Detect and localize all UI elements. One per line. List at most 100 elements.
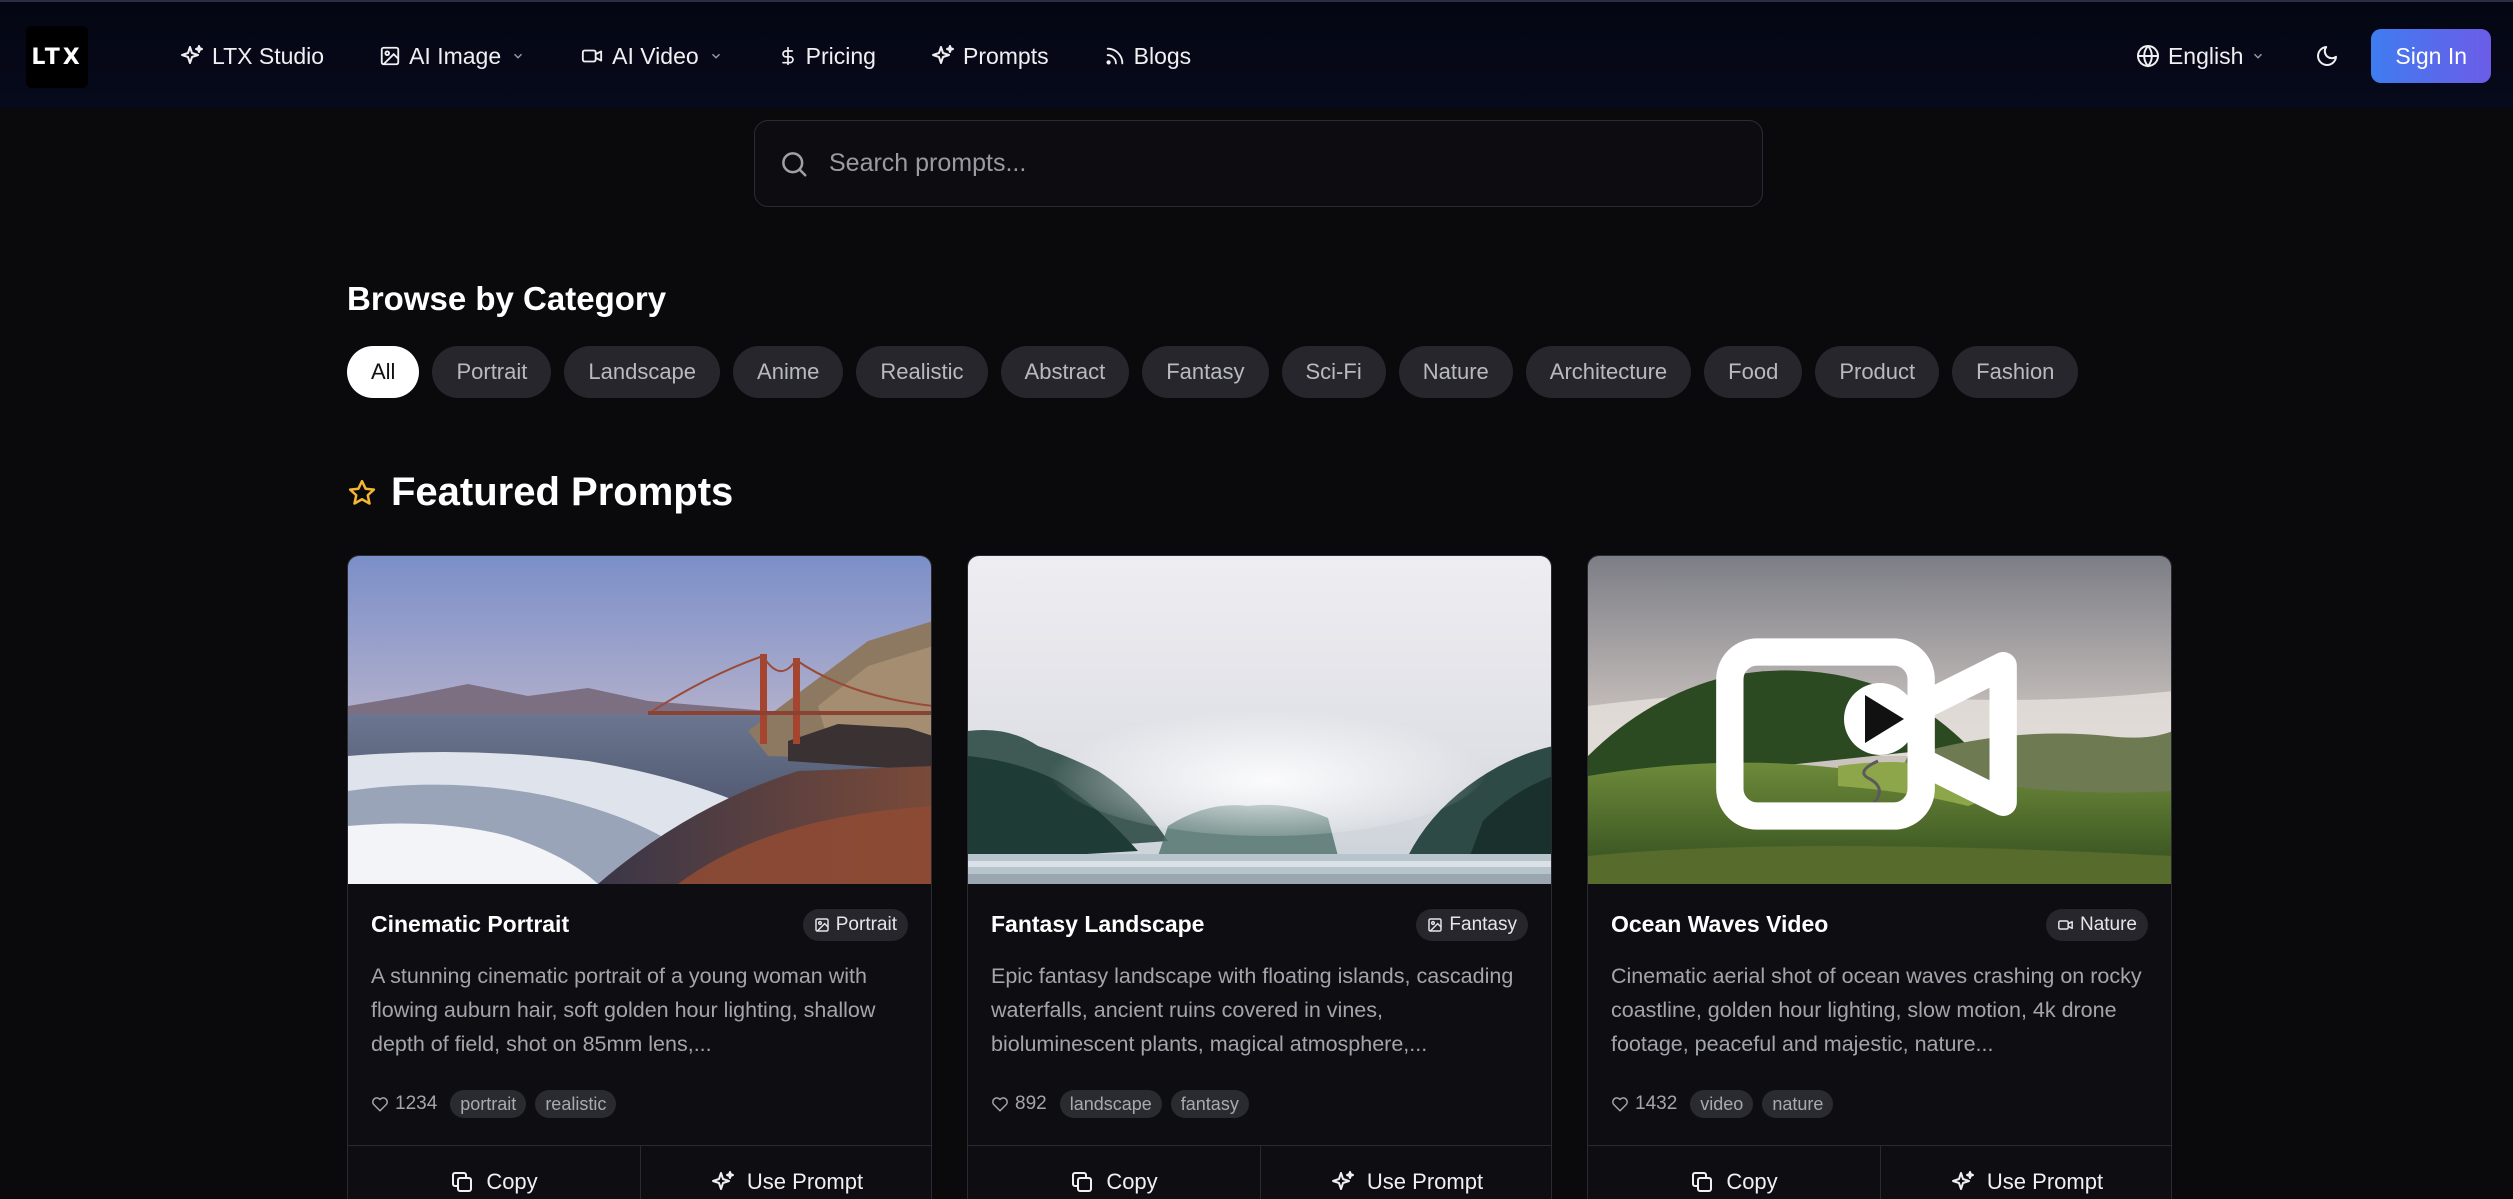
use-prompt-button[interactable]: Use Prompt xyxy=(641,1146,931,1199)
tag[interactable]: fantasy xyxy=(1170,1090,1249,1118)
sparkles-icon xyxy=(931,45,954,64)
copy-button[interactable]: Copy xyxy=(968,1146,1261,1199)
rss-icon xyxy=(1106,47,1123,65)
copy-label: Copy xyxy=(1726,1168,1778,1194)
card-meta: 1432 video nature xyxy=(1611,1090,1834,1118)
category-chip-abstract[interactable]: Abstract xyxy=(1000,346,1130,398)
nav-ai-video[interactable]: AI Video xyxy=(580,43,723,70)
likes-value: 1234 xyxy=(395,1093,438,1114)
use-prompt-button[interactable]: Use Prompt xyxy=(1261,1146,1551,1199)
likes-value: 1432 xyxy=(1635,1093,1678,1114)
prompt-card[interactable]: Cinematic Portrait Portrait A stunning c… xyxy=(347,555,932,1199)
category-chip-architecture[interactable]: Architecture xyxy=(1525,346,1692,398)
copy-button[interactable]: Copy xyxy=(1588,1146,1881,1199)
category-chip-sci-fi[interactable]: Sci-Fi xyxy=(1281,346,1386,398)
likes-value: 892 xyxy=(1015,1093,1047,1114)
category-badge: Nature xyxy=(2045,909,2148,941)
card-description: Epic fantasy landscape with floating isl… xyxy=(991,964,1514,1056)
like-count[interactable]: 1234 xyxy=(371,1093,437,1115)
dollar-icon xyxy=(781,46,794,66)
language-selector[interactable]: English xyxy=(2136,43,2265,70)
chevron-down-icon xyxy=(514,53,523,59)
badge-label: Fantasy xyxy=(1449,914,1517,935)
card-thumbnail[interactable] xyxy=(1588,556,2171,884)
video-icon xyxy=(1716,638,2017,830)
card-thumbnail[interactable] xyxy=(348,556,931,884)
category-chip-realistic[interactable]: Realistic xyxy=(856,346,988,398)
image-icon xyxy=(815,918,829,932)
nav-pricing[interactable]: Pricing xyxy=(778,43,876,70)
copy-label: Copy xyxy=(1106,1168,1158,1194)
main-nav: LTX Studio AI Image AI Video Pricing Pro… xyxy=(180,2,1246,110)
featured-header: Featured Prompts xyxy=(347,470,733,515)
category-chip-portrait[interactable]: Portrait xyxy=(432,346,552,398)
image-icon xyxy=(380,46,400,66)
nav-label: Blogs xyxy=(1133,42,1192,69)
category-chip-all[interactable]: All xyxy=(347,346,420,398)
card-description: A stunning cinematic portrait of a young… xyxy=(371,964,876,1056)
category-chip-fashion[interactable]: Fashion xyxy=(1952,346,2079,398)
category-chip-fantasy[interactable]: Fantasy xyxy=(1142,346,1269,398)
like-count[interactable]: 892 xyxy=(991,1093,1047,1115)
sparkles-icon xyxy=(1951,1170,1974,1190)
nav-ltx-studio[interactable]: LTX Studio xyxy=(180,43,324,70)
nav-ai-image[interactable]: AI Image xyxy=(379,43,525,70)
like-count[interactable]: 1432 xyxy=(1611,1093,1677,1115)
sparkles-icon xyxy=(181,45,203,64)
category-chips: All Portrait Landscape Anime Realistic A… xyxy=(347,346,2079,398)
top-navbar: LTX LTX Studio AI Image AI Video Pricing… xyxy=(0,0,2513,108)
nav-label: LTX Studio xyxy=(212,42,325,69)
card-title: Ocean Waves Video xyxy=(1611,911,1829,937)
copy-icon xyxy=(1072,1171,1093,1192)
image-icon xyxy=(1428,918,1443,932)
tag[interactable]: realistic xyxy=(535,1090,617,1118)
copy-icon xyxy=(452,1171,473,1192)
chevron-down-icon xyxy=(2254,53,2263,59)
category-chip-food[interactable]: Food xyxy=(1704,346,1803,398)
browse-category-title: Browse by Category xyxy=(347,280,667,317)
video-icon xyxy=(582,49,603,63)
tag[interactable]: video xyxy=(1690,1090,1754,1118)
prompt-card[interactable]: Ocean Waves Video Nature Cinematic aeria… xyxy=(1587,555,2172,1199)
card-meta: 892 landscape fantasy xyxy=(991,1090,1249,1118)
badge-label: Nature xyxy=(2079,914,2137,935)
misty-forest-image xyxy=(968,556,1551,884)
prompt-card[interactable]: Fantasy Landscape Fantasy Epic fantasy l… xyxy=(967,555,1552,1199)
category-badge: Fantasy xyxy=(1416,909,1528,941)
card-actions: Copy Use Prompt xyxy=(348,1145,931,1199)
tag[interactable]: landscape xyxy=(1059,1090,1162,1118)
use-prompt-label: Use Prompt xyxy=(1986,1168,2104,1194)
category-chip-nature[interactable]: Nature xyxy=(1398,346,1513,398)
use-prompt-label: Use Prompt xyxy=(1366,1168,1484,1194)
tag[interactable]: portrait xyxy=(450,1090,527,1118)
heart-icon xyxy=(992,1097,1008,1112)
search-bar[interactable] xyxy=(754,120,1763,207)
video-indicator xyxy=(1588,570,2159,884)
sparkles-icon xyxy=(711,1170,734,1190)
copy-button[interactable]: Copy xyxy=(348,1146,641,1199)
search-icon xyxy=(782,151,807,176)
video-icon xyxy=(2058,920,2073,930)
search-input[interactable] xyxy=(829,149,1729,178)
chevron-down-icon xyxy=(711,53,720,59)
card-thumbnail[interactable] xyxy=(968,556,1551,884)
category-chip-product[interactable]: Product xyxy=(1815,346,1940,398)
nav-prompts[interactable]: Prompts xyxy=(931,43,1049,70)
nav-label: Pricing xyxy=(805,42,876,69)
language-label: English xyxy=(2167,42,2244,69)
sign-in-button[interactable]: Sign In xyxy=(2371,29,2491,83)
ltx-logo[interactable]: LTX xyxy=(26,26,88,88)
nav-blogs[interactable]: Blogs xyxy=(1104,42,1192,70)
card-description: Cinematic aerial shot of ocean waves cra… xyxy=(1611,964,2142,1056)
sparkles-icon xyxy=(1331,1170,1354,1190)
category-chip-landscape[interactable]: Landscape xyxy=(564,346,721,398)
nav-label: Prompts xyxy=(962,42,1049,69)
globe-icon xyxy=(2136,45,2159,68)
theme-toggle[interactable] xyxy=(2315,44,2339,68)
category-chip-anime[interactable]: Anime xyxy=(733,346,844,398)
use-prompt-label: Use Prompt xyxy=(746,1168,864,1194)
tag[interactable]: nature xyxy=(1762,1090,1834,1118)
moon-icon xyxy=(2317,46,2338,66)
use-prompt-button[interactable]: Use Prompt xyxy=(1881,1146,2171,1199)
heart-icon xyxy=(1612,1097,1628,1112)
